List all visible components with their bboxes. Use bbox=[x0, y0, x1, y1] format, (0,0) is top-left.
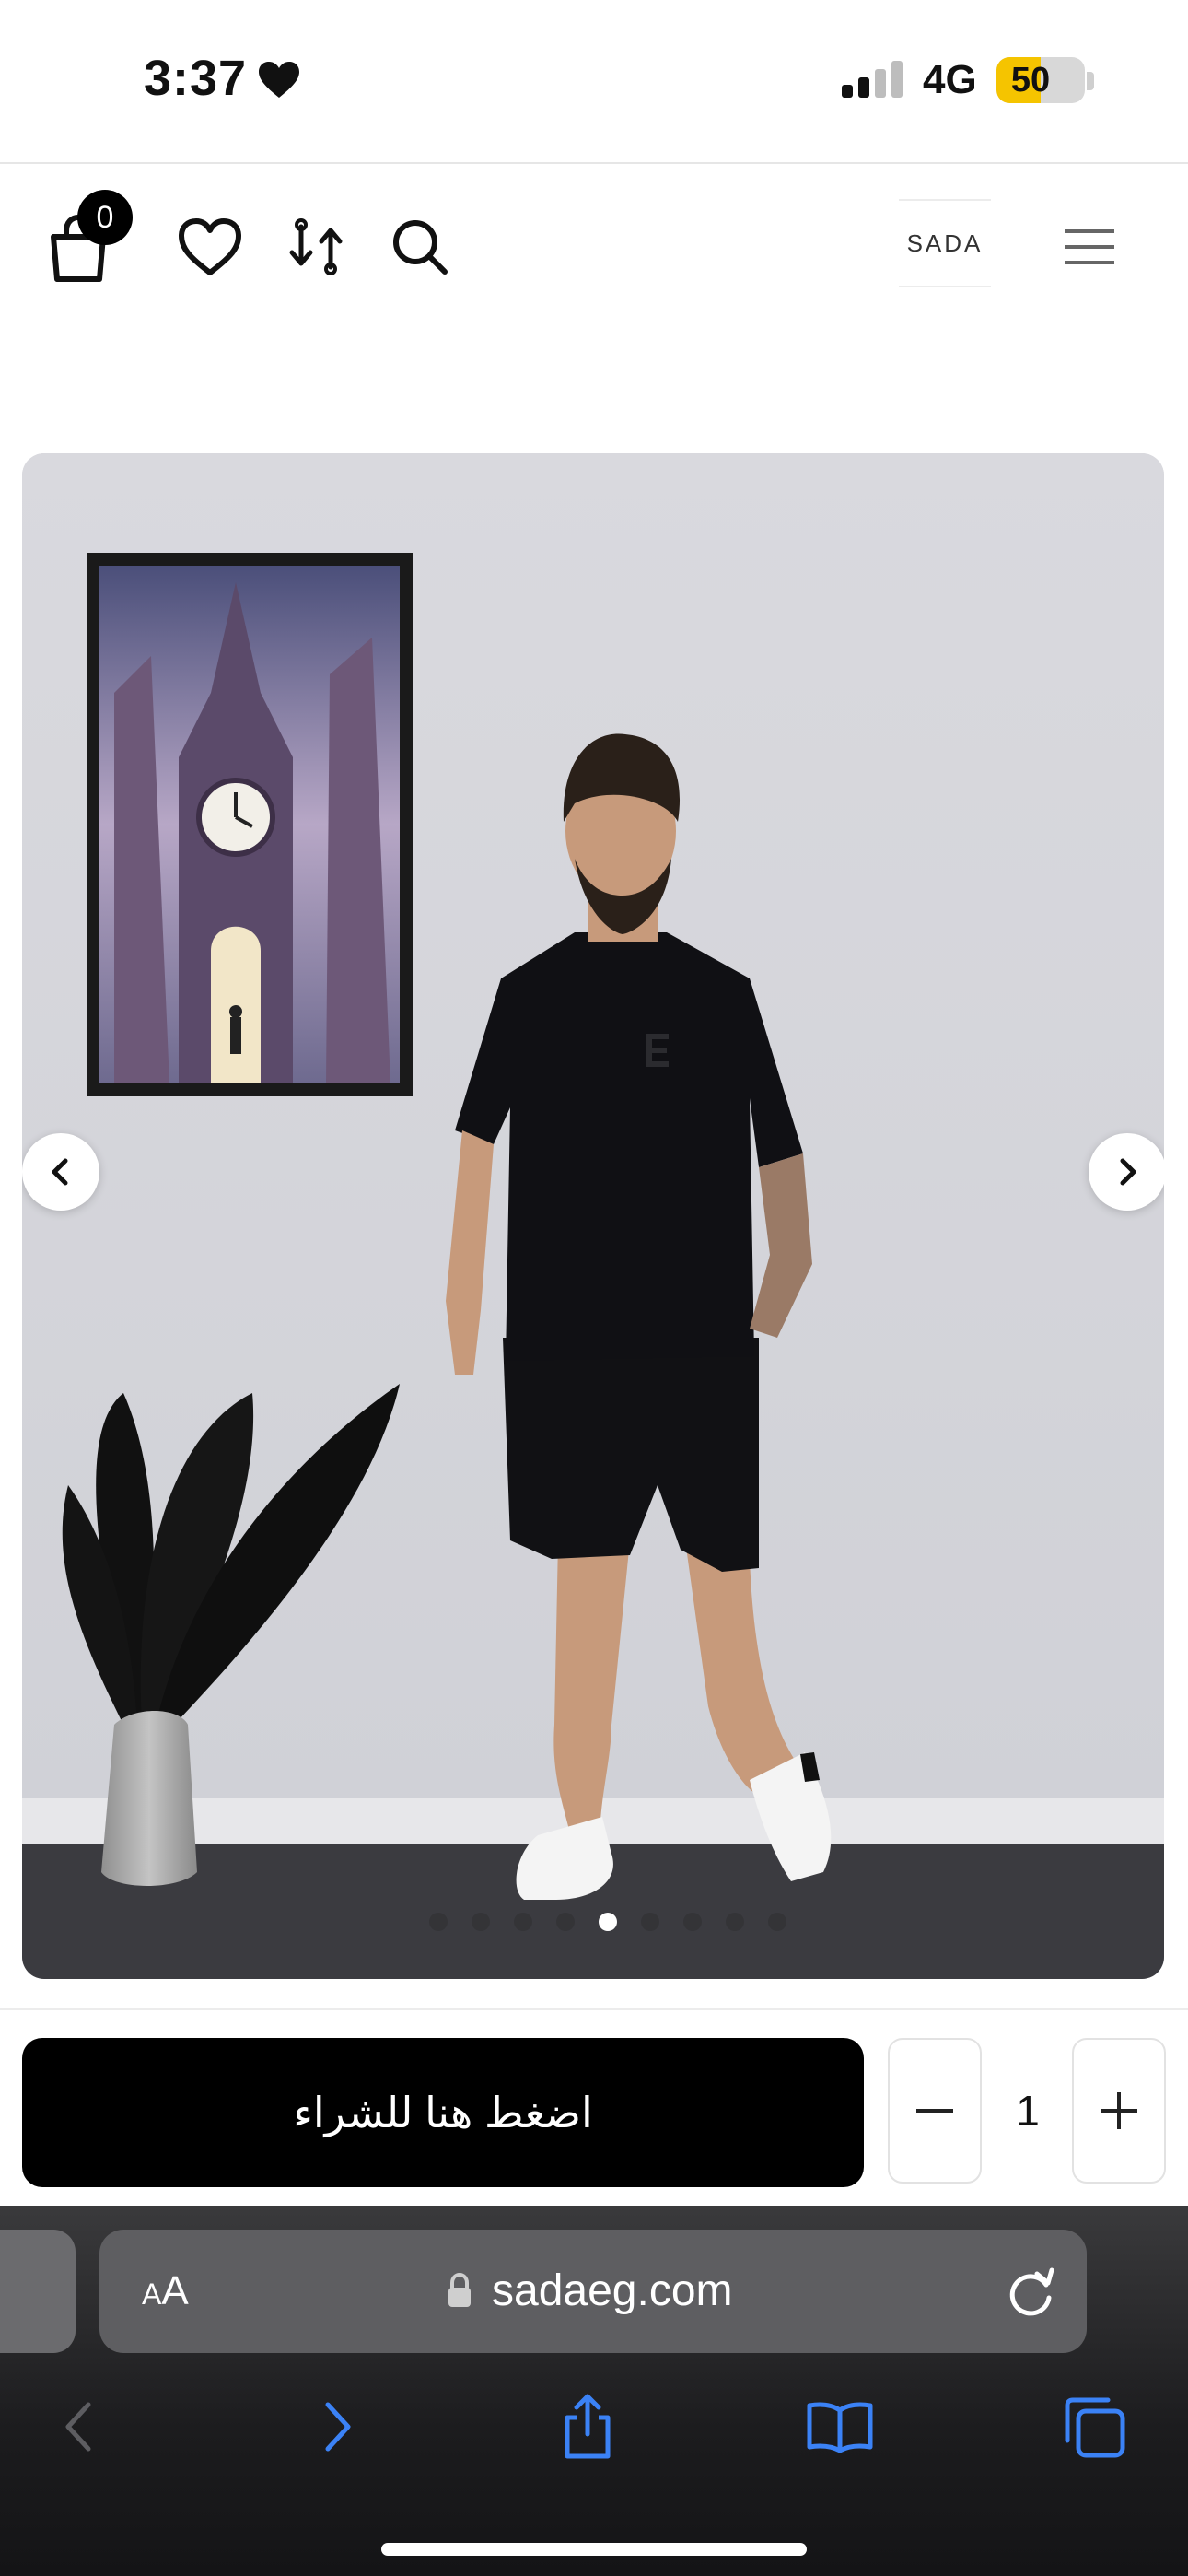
status-time: 3:37 bbox=[144, 51, 248, 106]
wall-painting bbox=[87, 553, 413, 1096]
carousel-dot[interactable] bbox=[726, 1913, 744, 1931]
forward-button[interactable] bbox=[300, 2390, 374, 2464]
text-size-small: A bbox=[142, 2277, 162, 2311]
browser-chrome: AA sadaeg.com bbox=[0, 2206, 1188, 2576]
cart-count-badge: 0 bbox=[77, 190, 133, 245]
carousel-dot[interactable] bbox=[556, 1913, 575, 1931]
back-button[interactable] bbox=[42, 2390, 116, 2464]
heart-icon bbox=[259, 62, 299, 98]
search-button[interactable] bbox=[387, 212, 453, 282]
menu-button[interactable] bbox=[1057, 217, 1122, 276]
logo-text: SADA bbox=[906, 228, 984, 257]
bookmarks-button[interactable] bbox=[803, 2390, 877, 2464]
carousel-dot[interactable] bbox=[683, 1913, 702, 1931]
back-icon bbox=[65, 2402, 91, 2452]
site-header: 0 SADA bbox=[0, 166, 1188, 322]
previous-tab-peek[interactable] bbox=[0, 2230, 76, 2353]
cellular-signal-icon bbox=[842, 61, 903, 98]
chevron-left-icon bbox=[52, 1158, 68, 1186]
url-text: sadaeg.com bbox=[492, 2266, 733, 2315]
home-indicator[interactable] bbox=[381, 2543, 807, 2556]
product-image-carousel[interactable] bbox=[22, 453, 1164, 1979]
carousel-dot[interactable] bbox=[641, 1913, 659, 1931]
forward-icon bbox=[325, 2402, 351, 2452]
status-bar: 3:37 4G 50 bbox=[0, 0, 1188, 164]
lock-icon bbox=[448, 2272, 471, 2307]
carousel-next-button[interactable] bbox=[1089, 1133, 1164, 1211]
minus-icon bbox=[916, 2109, 953, 2113]
address-bar[interactable]: AA sadaeg.com bbox=[99, 2230, 1087, 2353]
plus-icon bbox=[1101, 2092, 1137, 2129]
carousel-dot[interactable] bbox=[514, 1913, 532, 1931]
tabs-icon bbox=[1065, 2397, 1125, 2458]
compare-icon bbox=[289, 218, 343, 275]
battery-cap bbox=[1087, 72, 1094, 90]
battery-indicator: 50 bbox=[996, 57, 1085, 103]
quantity-increase-button[interactable] bbox=[1072, 2038, 1166, 2184]
carousel-dot[interactable] bbox=[472, 1913, 490, 1931]
chevron-right-icon bbox=[1120, 1158, 1136, 1186]
purchase-bar: اضغط هنا للشراء 1 bbox=[0, 2008, 1188, 2206]
hamburger-menu-icon bbox=[1065, 229, 1114, 264]
battery-level: 50 bbox=[1010, 61, 1051, 100]
share-icon bbox=[565, 2394, 611, 2459]
search-icon bbox=[393, 220, 448, 275]
carousel-prev-button[interactable] bbox=[22, 1133, 99, 1211]
carousel-dot[interactable] bbox=[599, 1913, 617, 1931]
quantity-value[interactable]: 1 bbox=[991, 2038, 1065, 2184]
text-size-large: A bbox=[161, 2268, 189, 2313]
heart-icon bbox=[179, 218, 241, 275]
wishlist-button[interactable] bbox=[175, 212, 245, 282]
site-logo[interactable]: SADA bbox=[899, 199, 991, 287]
bookmarks-icon bbox=[807, 2402, 873, 2453]
carousel-dot[interactable] bbox=[768, 1913, 786, 1931]
reload-icon[interactable] bbox=[1002, 2263, 1059, 2320]
network-type: 4G bbox=[923, 57, 977, 102]
compare-button[interactable] bbox=[284, 212, 348, 282]
share-button[interactable] bbox=[551, 2390, 624, 2464]
tabs-button[interactable] bbox=[1057, 2390, 1131, 2464]
carousel-dot[interactable] bbox=[429, 1913, 448, 1931]
product-photo bbox=[22, 453, 1164, 1979]
text-size-button[interactable]: AA bbox=[142, 2257, 189, 2325]
quantity-decrease-button[interactable] bbox=[888, 2038, 982, 2184]
buy-now-button[interactable]: اضغط هنا للشراء bbox=[22, 2038, 864, 2187]
carousel-pagination bbox=[0, 1913, 1188, 1935]
